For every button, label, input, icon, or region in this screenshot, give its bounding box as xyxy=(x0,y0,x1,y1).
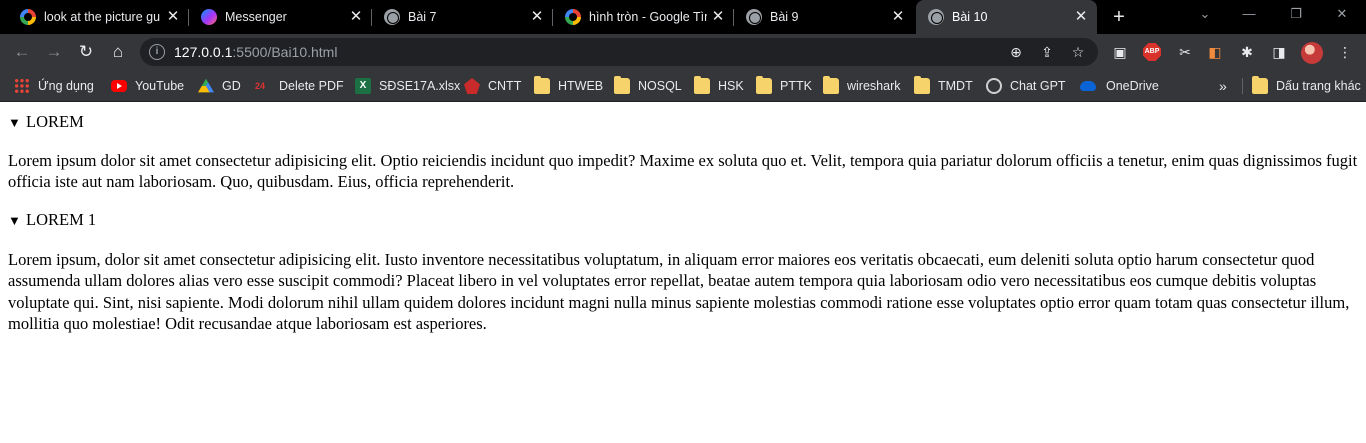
zoom-icon[interactable]: ⊕ xyxy=(1006,42,1026,62)
bookmark-label: Chat GPT xyxy=(1010,79,1066,93)
close-icon[interactable]: ✕ xyxy=(346,7,366,27)
share-icon[interactable]: ⇪ xyxy=(1037,42,1057,62)
cntt-icon xyxy=(464,78,480,94)
disclosure-triangle-icon[interactable]: ▼ xyxy=(8,210,26,232)
bookmark-label: PTTK xyxy=(780,79,812,93)
menu-kebab-icon[interactable]: ⋮ xyxy=(1335,42,1355,62)
bookmark-label: NOSQL xyxy=(638,79,682,93)
folder-icon xyxy=(914,76,930,94)
bookmark-label: OneDrive xyxy=(1106,79,1159,93)
home-icon[interactable]: ⌂ xyxy=(106,40,130,64)
tab-title: Bài 9 xyxy=(770,10,799,24)
url-host: 127.0.0.1 xyxy=(174,44,233,60)
forward-arrow-icon[interactable]: → xyxy=(42,40,66,64)
bookmark-label: Delete PDF xyxy=(279,79,344,93)
excel-icon: X xyxy=(355,78,371,94)
extension-arrow-icon[interactable]: ◧ xyxy=(1205,42,1225,62)
extensions-puzzle-icon[interactable]: ✱ xyxy=(1237,42,1257,62)
bookmark-label: wireshark xyxy=(847,79,901,93)
tab-title: Messenger xyxy=(225,10,287,24)
bookmark-label: SĐSE17A.xlsx xyxy=(379,79,461,93)
details-body-paragraph: Lorem ipsum, dolor sit amet consectetur … xyxy=(8,250,1350,333)
reading-mode-icon[interactable]: ▣ xyxy=(1110,42,1130,62)
folder-icon xyxy=(694,76,710,94)
tab-title: hình tròn - Google Tìm xyxy=(589,10,707,24)
close-icon[interactable]: ✕ xyxy=(527,7,547,27)
pdf-icon: 24 xyxy=(255,81,266,91)
bookmark-label: HSK xyxy=(718,79,744,93)
tab-hinh-tron[interactable]: hình tròn - Google Tìm ✕ xyxy=(553,0,734,34)
folder-icon xyxy=(1252,76,1268,94)
chatgpt-icon xyxy=(986,78,1002,94)
bookmarks-separator xyxy=(1242,78,1243,94)
details-body-paragraph: Lorem ipsum dolor sit amet consectetur a… xyxy=(8,151,1358,192)
site-info-icon[interactable]: i xyxy=(149,44,165,60)
tab-strip: look at the picture gue ✕ Messenger ✕ Bà… xyxy=(0,0,1366,34)
new-tab-button[interactable]: + xyxy=(1108,6,1130,28)
tab-title: Bài 7 xyxy=(408,10,437,24)
reload-icon[interactable]: ↻ xyxy=(74,40,98,64)
tab-bai-9[interactable]: Bài 9 ✕ xyxy=(734,0,914,34)
summary-label: LOREM 1 xyxy=(26,210,97,229)
folder-icon xyxy=(823,76,839,94)
adblock-plus-icon[interactable]: ABP xyxy=(1143,43,1161,61)
tab-search-icon[interactable]: ⌄ xyxy=(1193,4,1217,24)
tab-look-at-the-picture[interactable]: look at the picture gue ✕ xyxy=(8,0,189,34)
url-path: :5500/Bai10.html xyxy=(232,44,338,60)
tab-title: Bài 10 xyxy=(952,10,988,24)
globe-icon xyxy=(384,9,400,25)
bookmark-label: Ứng dụng xyxy=(38,79,94,93)
summary-label: LOREM xyxy=(26,112,84,131)
bookmark-label: Dấu trang khác xyxy=(1276,79,1361,93)
bookmark-label: GD xyxy=(222,79,241,93)
youtube-icon xyxy=(111,80,127,92)
close-icon[interactable]: ✕ xyxy=(708,7,728,27)
page-content: ▼ LOREM Lorem ipsum dolor sit amet consec… xyxy=(0,103,1366,443)
bookmark-star-icon[interactable]: ☆ xyxy=(1068,42,1088,62)
messenger-icon xyxy=(201,9,217,25)
tab-bai-7[interactable]: Bài 7 ✕ xyxy=(372,0,553,34)
address-url[interactable]: 127.0.0.1:5500/Bai10.html xyxy=(174,44,337,60)
address-bar[interactable]: i 127.0.0.1:5500/Bai10.html ⊕ ⇪ ☆ xyxy=(140,38,1098,66)
more-bookmarks-chevron-icon[interactable]: » xyxy=(1219,76,1227,96)
browser-toolbar: ← → ↻ ⌂ i 127.0.0.1:5500/Bai10.html ⊕ ⇪ … xyxy=(0,34,1366,70)
back-arrow-icon[interactable]: ← xyxy=(10,40,34,64)
details-summary-lorem[interactable]: ▼ LOREM xyxy=(8,111,84,133)
close-icon[interactable]: ✕ xyxy=(163,7,183,27)
restore-icon[interactable]: ❐ xyxy=(1284,4,1308,24)
details-summary-lorem-1[interactable]: ▼ LOREM 1 xyxy=(8,209,96,231)
minimize-icon[interactable]: — xyxy=(1237,4,1261,24)
adblock-label: ABP xyxy=(1144,48,1160,55)
bookmarks-bar: Ứng dụng YouTube GD 24 Delete PDF X SĐSE… xyxy=(0,70,1366,102)
globe-icon xyxy=(928,9,944,25)
tab-messenger[interactable]: Messenger ✕ xyxy=(189,0,372,34)
onedrive-icon xyxy=(1080,81,1096,91)
bookmark-label: CNTT xyxy=(488,79,522,93)
google-icon xyxy=(20,9,36,25)
bookmark-label: YouTube xyxy=(135,79,185,93)
tab-bai-10[interactable]: Bài 10 ✕ xyxy=(916,0,1097,34)
bookmark-label: TMDT xyxy=(938,79,973,93)
google-icon xyxy=(565,9,581,25)
disclosure-triangle-icon[interactable]: ▼ xyxy=(8,112,26,134)
tab-title: look at the picture gue xyxy=(44,10,160,24)
close-icon[interactable]: ✕ xyxy=(888,7,908,27)
side-panel-icon[interactable]: ◨ xyxy=(1269,42,1289,62)
folder-icon xyxy=(534,76,550,94)
extension-tool-icon[interactable]: ✂ xyxy=(1175,42,1195,62)
window-close-icon[interactable]: ✕ xyxy=(1330,4,1354,24)
folder-icon xyxy=(614,76,630,94)
bookmark-label: HTWEB xyxy=(558,79,604,93)
apps-icon xyxy=(14,78,30,94)
close-icon[interactable]: ✕ xyxy=(1071,7,1091,27)
folder-icon xyxy=(756,76,772,94)
profile-avatar[interactable] xyxy=(1301,42,1323,64)
google-drive-icon xyxy=(198,78,214,93)
globe-icon xyxy=(746,9,762,25)
